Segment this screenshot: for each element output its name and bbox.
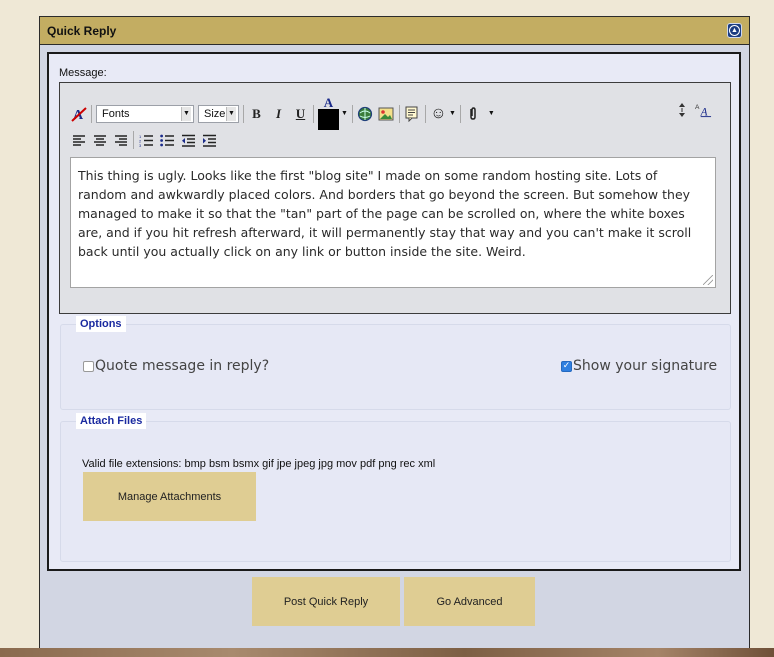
toolbar-separator (424, 104, 426, 123)
quote-message-option[interactable]: Quote message in reply? (83, 358, 269, 374)
show-signature-checkbox[interactable]: ✓ (561, 360, 572, 372)
smiley-icon[interactable]: ☺ (430, 105, 447, 122)
align-left-icon[interactable] (70, 132, 87, 149)
switch-mode-icon[interactable]: AA (695, 101, 712, 118)
bold-button[interactable]: B (248, 105, 265, 122)
chevron-down-icon: ▼ (181, 106, 191, 121)
chevron-down-icon[interactable]: ▼ (488, 110, 495, 117)
show-signature-option[interactable]: ✓ Show your signature (561, 358, 717, 374)
underline-button[interactable]: U (292, 105, 309, 122)
insert-image-icon[interactable] (378, 105, 395, 122)
valid-extensions-text: Valid file extensions: bmp bsm bsmx gif … (82, 458, 436, 470)
chevron-down-icon[interactable]: ▼ (341, 110, 348, 117)
attachment-icon[interactable] (465, 105, 482, 122)
toolbar-separator (133, 131, 134, 149)
post-quick-reply-button[interactable]: Post Quick Reply (252, 577, 400, 626)
attach-files-group: Attach Files Valid file extensions: bmp … (60, 413, 731, 562)
rich-text-editor: A Fonts ▼ Size ▼ B I U A (59, 82, 731, 314)
toolbar-separator (91, 104, 92, 123)
font-size-select[interactable]: Size ▼ (198, 104, 239, 123)
toolbar-row-2: 123 (70, 131, 218, 149)
quote-message-checkbox[interactable] (83, 360, 94, 372)
font-family-value: Fonts (102, 107, 130, 120)
toolbar-separator (398, 104, 400, 123)
italic-button[interactable]: I (270, 105, 287, 122)
resize-grip-icon[interactable] (703, 275, 713, 285)
panel-header: Quick Reply ▲ (40, 17, 749, 45)
quote-icon[interactable] (404, 105, 421, 122)
indent-icon[interactable] (201, 132, 218, 149)
show-signature-label: Show your signature (573, 358, 718, 374)
svg-text:A: A (695, 104, 700, 111)
panel-title: Quick Reply (47, 23, 117, 38)
quote-message-label: Quote message in reply? (95, 358, 270, 374)
font-size-value: Size (204, 107, 226, 120)
toolbar-separator (459, 104, 461, 123)
manage-attachments-button[interactable]: Manage Attachments (83, 472, 256, 521)
insert-link-icon[interactable] (357, 105, 374, 122)
quick-reply-panel: Quick Reply ▲ Message: A Fonts ▼ Size ▼ (39, 16, 750, 656)
chevron-down-icon: ▼ (226, 106, 236, 121)
reply-form: Message: A Fonts ▼ Size ▼ B I U (47, 52, 741, 571)
resize-editor-icon[interactable] (673, 101, 690, 118)
align-right-icon[interactable] (112, 132, 129, 149)
font-color-button[interactable]: A (318, 95, 339, 130)
font-color-swatch (318, 109, 339, 130)
toolbar-row-1: A Fonts ▼ Size ▼ B I U A (70, 95, 495, 130)
go-advanced-button[interactable]: Go Advanced (404, 577, 535, 626)
options-group: Options Quote message in reply? ✓ Show y… (60, 316, 731, 410)
toolbar-separator (313, 104, 314, 123)
chevron-down-icon[interactable]: ▼ (449, 110, 456, 117)
toolbar-separator (351, 104, 353, 123)
remove-format-icon[interactable]: A (70, 105, 87, 122)
svg-text:3: 3 (139, 143, 142, 147)
message-label: Message: (59, 67, 107, 79)
collapse-up-icon[interactable]: ▲ (727, 23, 742, 38)
font-color-letter: A (323, 95, 334, 110)
toolbar-right: AA (673, 101, 712, 118)
page-footer-texture (0, 648, 774, 657)
message-text: This thing is ugly. Looks like the first… (78, 168, 692, 259)
options-legend: Options (76, 316, 126, 332)
message-textarea[interactable]: This thing is ugly. Looks like the first… (70, 157, 716, 288)
align-center-icon[interactable] (91, 132, 108, 149)
ordered-list-icon[interactable]: 123 (138, 132, 155, 149)
attach-files-legend: Attach Files (76, 413, 147, 429)
unordered-list-icon[interactable] (159, 132, 176, 149)
toolbar-separator (243, 104, 244, 123)
outdent-icon[interactable] (180, 132, 197, 149)
font-family-select[interactable]: Fonts ▼ (96, 104, 194, 123)
